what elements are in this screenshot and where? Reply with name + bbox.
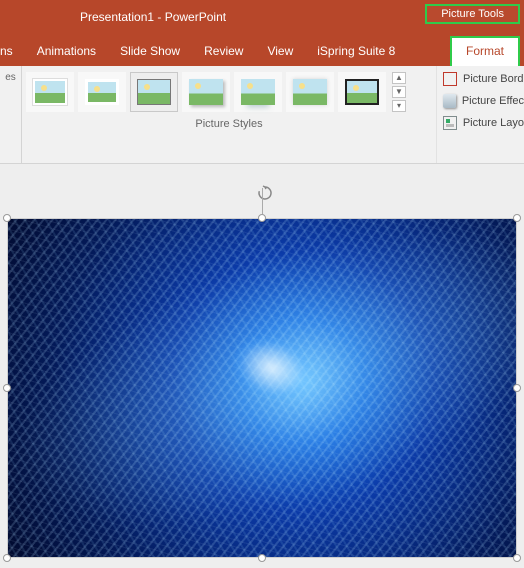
picture-effects-label: Picture Effec	[462, 95, 524, 107]
tab-ispring[interactable]: iSpring Suite 8	[305, 36, 407, 66]
tab-format[interactable]: Format	[450, 36, 520, 66]
resize-handle-ml[interactable]	[3, 384, 11, 392]
ribbon: es ▲ ▼ ▾ Picture Styles Picture Bord Pic…	[0, 66, 524, 164]
tab-slideshow[interactable]: Slide Show	[108, 36, 192, 66]
picture-style-7[interactable]	[338, 72, 386, 112]
slide-canvas[interactable]	[0, 164, 524, 568]
ribbon-tabs: ns Animations Slide Show Review View iSp…	[0, 33, 524, 66]
gallery-more-button[interactable]: ▾	[392, 100, 406, 112]
title-bar: Presentation1 - PowerPoint Picture Tools	[0, 0, 524, 33]
resize-handle-tl[interactable]	[3, 214, 11, 222]
resize-handle-tm[interactable]	[258, 214, 266, 222]
gallery-scroll-down[interactable]: ▼	[392, 86, 406, 98]
tab-transitions-partial[interactable]: ns	[0, 36, 25, 66]
resize-handle-bl[interactable]	[3, 554, 11, 562]
picture-border-button[interactable]: Picture Bord	[443, 72, 524, 86]
picture-effects-icon	[443, 94, 456, 108]
picture-content[interactable]	[7, 218, 517, 558]
picture-style-6[interactable]	[286, 72, 334, 112]
picture-style-1[interactable]	[26, 72, 74, 112]
picture-styles-gallery: ▲ ▼ ▾	[22, 66, 436, 112]
tab-review[interactable]: Review	[192, 36, 255, 66]
resize-handle-bm[interactable]	[258, 554, 266, 562]
document-title: Presentation1 - PowerPoint	[80, 10, 226, 24]
picture-layout-icon	[443, 116, 457, 130]
picture-effects-button[interactable]: Picture Effec	[443, 94, 524, 108]
picture-style-4[interactable]	[182, 72, 230, 112]
ribbon-picture-options: Picture Bord Picture Effec Picture Layo	[436, 66, 524, 163]
picture-layout-label: Picture Layo	[463, 117, 524, 129]
ribbon-prev-group-edge: es	[0, 66, 22, 163]
picture-styles-group: ▲ ▼ ▾ Picture Styles	[22, 66, 436, 163]
tab-animations[interactable]: Animations	[25, 36, 108, 66]
picture-border-icon	[443, 72, 457, 86]
contextual-tab-picture-tools[interactable]: Picture Tools	[425, 4, 520, 24]
selected-picture[interactable]	[7, 218, 517, 558]
rotate-stem	[262, 188, 263, 214]
gallery-scroll-up[interactable]: ▲	[392, 72, 406, 84]
picture-styles-group-label: Picture Styles	[22, 112, 436, 134]
picture-style-3[interactable]	[130, 72, 178, 112]
rotate-handle[interactable]	[256, 184, 274, 202]
resize-handle-br[interactable]	[513, 554, 521, 562]
picture-style-2[interactable]	[78, 72, 126, 112]
gallery-scroll: ▲ ▼ ▾	[392, 72, 408, 112]
picture-border-label: Picture Bord	[463, 73, 524, 85]
picture-layout-button[interactable]: Picture Layo	[443, 116, 524, 130]
picture-style-5[interactable]	[234, 72, 282, 112]
resize-handle-mr[interactable]	[513, 384, 521, 392]
tab-view[interactable]: View	[255, 36, 305, 66]
resize-handle-tr[interactable]	[513, 214, 521, 222]
